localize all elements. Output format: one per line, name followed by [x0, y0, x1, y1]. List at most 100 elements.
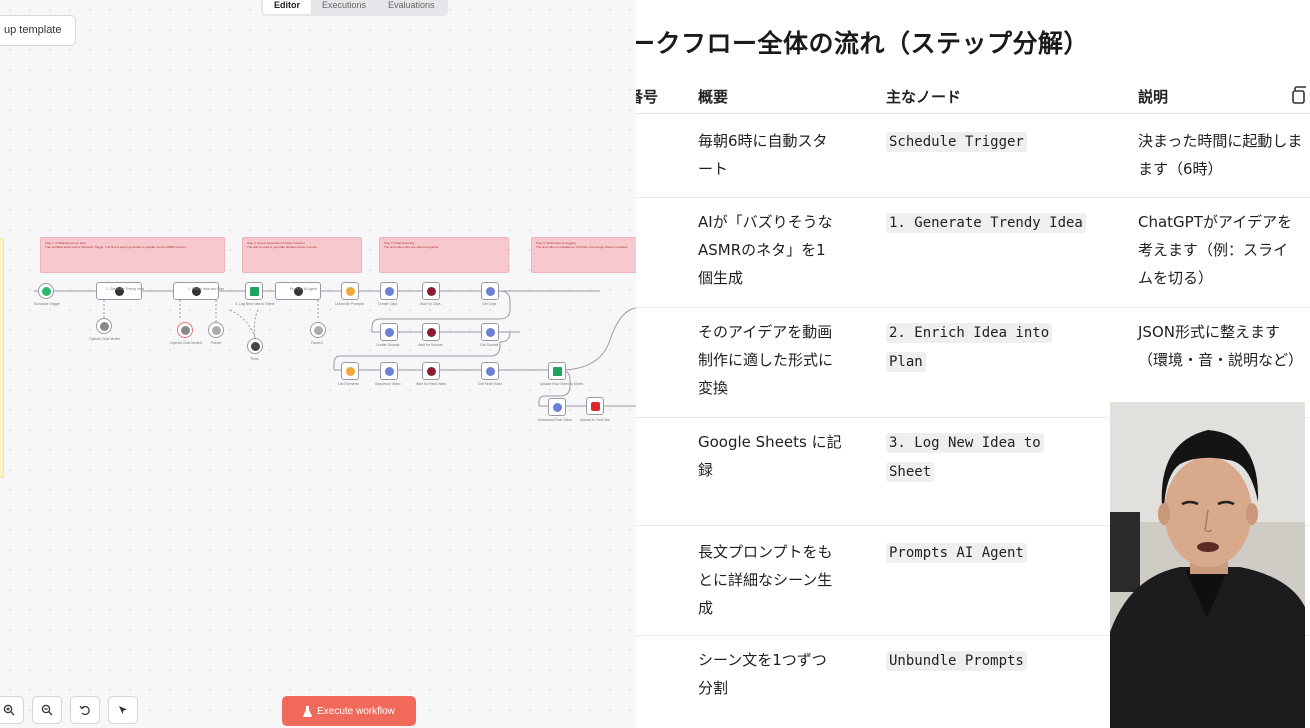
download-final-video-node[interactable]	[548, 398, 566, 416]
summary-line: Google Sheets に記	[698, 433, 842, 451]
unbundle-prompts-node[interactable]	[341, 282, 359, 300]
node-cell: Prompts AI Agent	[886, 538, 1106, 567]
desc-line: JSON形式に整えます	[1138, 323, 1280, 341]
wait-for-final-video-node[interactable]	[422, 362, 440, 380]
node-code: 3. Log New Idea to Sheet	[886, 433, 1044, 482]
list-elements-node[interactable]	[341, 362, 359, 380]
table-row: 毎朝6時に自動スタ ート Schedule Trigger 決まった時間に起動し…	[636, 115, 1310, 198]
summary-cell: 毎朝6時に自動スタ ート	[698, 127, 854, 183]
flask-icon	[303, 705, 313, 717]
page-title: ークフロー全体の流れ（ステップ分解）	[636, 29, 1090, 58]
node-code: 2. Enrich Idea into Plan	[886, 323, 1053, 372]
header-summary: 概要	[698, 88, 729, 106]
node-label: 3. Log New Idea to Sheet	[235, 302, 275, 306]
summary-cell: そのアイデアを動画 制作に適した形式に 変換	[698, 318, 854, 402]
schedule-trigger-node[interactable]	[38, 283, 54, 299]
node-code: Prompts AI Agent	[886, 543, 1027, 563]
parser-node[interactable]	[208, 322, 224, 338]
summary-cell: 長文プロンプトをも とに詳細なシーン生 成	[698, 538, 854, 622]
node-label: Create Sounds	[376, 343, 400, 347]
desc-line: ます（6時）	[1138, 160, 1223, 178]
header-node: 主なノード	[886, 88, 962, 106]
desc-cell: ChatGPTがアイデアを 考えます（例：スライ ムを切る）	[1138, 208, 1310, 292]
summary-line: 成	[698, 599, 714, 617]
node-label: Think	[250, 357, 259, 361]
node-label: Upload to YouTube	[580, 418, 610, 422]
header-desc: 説明	[1138, 88, 1169, 106]
summary-line: とに詳細なシーン生	[698, 571, 833, 589]
upload-youtube-node[interactable]	[586, 397, 604, 415]
summary-line: 変換	[698, 379, 729, 397]
table-header: 番号 概要 主なノード 説明	[636, 84, 1310, 114]
summary-line: AIが「バズりそうな	[698, 213, 833, 231]
node-label: Schedule Trigger	[34, 302, 61, 306]
summary-line: ASMRのネタ」を1	[698, 241, 826, 259]
summary-line: シーン文を1つずつ	[698, 651, 827, 669]
prompts-ai-agent-node[interactable]	[275, 282, 321, 300]
zoom-in-icon[interactable]	[0, 696, 24, 724]
generate-trendy-idea-node[interactable]	[96, 282, 142, 300]
summary-line: ート	[698, 160, 729, 178]
summary-line: 毎朝6時に自動スタ	[698, 132, 828, 150]
canvas-toolbar	[0, 696, 138, 724]
desc-line: （環境・音・説明など）	[1138, 351, 1304, 369]
node-label: Unbundle Prompts	[335, 302, 364, 306]
header-num: 番号	[636, 88, 659, 106]
node-label: List Elements	[338, 382, 360, 386]
node-code: Schedule Trigger	[886, 132, 1027, 152]
node-code: Unbundle Prompts	[886, 651, 1027, 671]
undo-icon[interactable]	[70, 696, 100, 724]
parser1-node[interactable]	[310, 322, 326, 338]
node-label: Wait for Final Video	[416, 382, 447, 386]
get-clips-node[interactable]	[481, 282, 499, 300]
think-node[interactable]	[247, 338, 263, 354]
node-cell: 2. Enrich Idea into Plan	[886, 318, 1066, 376]
summary-line: 録	[698, 461, 714, 479]
node-label: 1. Generate Trendy Idea	[106, 287, 144, 291]
enrich-idea-node[interactable]	[173, 282, 219, 300]
connection-lines	[34, 290, 636, 407]
sequence-video-node[interactable]	[380, 362, 398, 380]
get-final-video-node[interactable]	[481, 362, 499, 380]
summary-cell: AIが「バズりそうな ASMRのネタ」を1 個生成	[698, 208, 854, 292]
update-row-sheet-node[interactable]	[548, 362, 566, 380]
execute-workflow-label: Execute workflow	[317, 705, 395, 717]
create-sounds-node[interactable]	[380, 323, 398, 341]
node-cell: Unbundle Prompts	[886, 646, 1106, 675]
node-code: 1. Generate Trendy Idea	[886, 213, 1086, 233]
node-cell: 1. Generate Trendy Idea	[886, 208, 1106, 237]
desc-line: 決まった時間に起動しま	[1138, 132, 1303, 150]
node-label: Update Row Video to Sheet	[540, 382, 584, 386]
cursor-icon[interactable]	[108, 696, 138, 724]
node-label: Parser1	[311, 341, 324, 345]
summary-line: 長文プロンプトをも	[698, 543, 833, 561]
node-label: Get Sounds	[480, 343, 499, 347]
openai-chat-model1-node[interactable]	[177, 322, 193, 338]
openai-chat-model-node[interactable]	[96, 318, 112, 334]
summary-line: 制作に適した形式に	[698, 351, 834, 369]
summary-line: そのアイデアを動画	[698, 323, 833, 341]
desc-cell: 決まった時間に起動しま ます（6時）	[1138, 127, 1310, 183]
node-label: OpenAI Chat Model	[89, 337, 120, 341]
summary-line: 個生成	[698, 269, 744, 287]
summary-cell: Google Sheets に記 録	[698, 428, 854, 484]
node-label: Wait for Clips	[420, 302, 441, 306]
node-label: Sequence Video	[375, 382, 401, 386]
node-label: Wait for Sounds	[418, 343, 443, 347]
node-label: Get Final Video	[478, 382, 503, 386]
desc-line: 考えます（例：スライ	[1138, 241, 1289, 259]
zoom-out-icon[interactable]	[32, 696, 62, 724]
wait-for-clips-node[interactable]	[422, 282, 440, 300]
desc-line: ムを切る）	[1138, 269, 1214, 287]
wait-for-sounds-node[interactable]	[422, 323, 440, 341]
screen: Editor Executions Evaluations up templat…	[0, 0, 1310, 728]
node-label: Prompts AI Agent	[290, 287, 318, 291]
log-idea-sheet-node[interactable]	[245, 282, 263, 300]
copy-icon[interactable]	[1290, 86, 1306, 104]
presenter-image	[1110, 402, 1305, 728]
execute-workflow-button[interactable]: Execute workflow	[282, 696, 416, 726]
create-clips-node[interactable]	[380, 282, 398, 300]
node-label: Parser	[211, 341, 222, 345]
desc-cell: JSON形式に整えます （環境・音・説明など）	[1138, 318, 1310, 374]
get-sounds-node[interactable]	[481, 323, 499, 341]
